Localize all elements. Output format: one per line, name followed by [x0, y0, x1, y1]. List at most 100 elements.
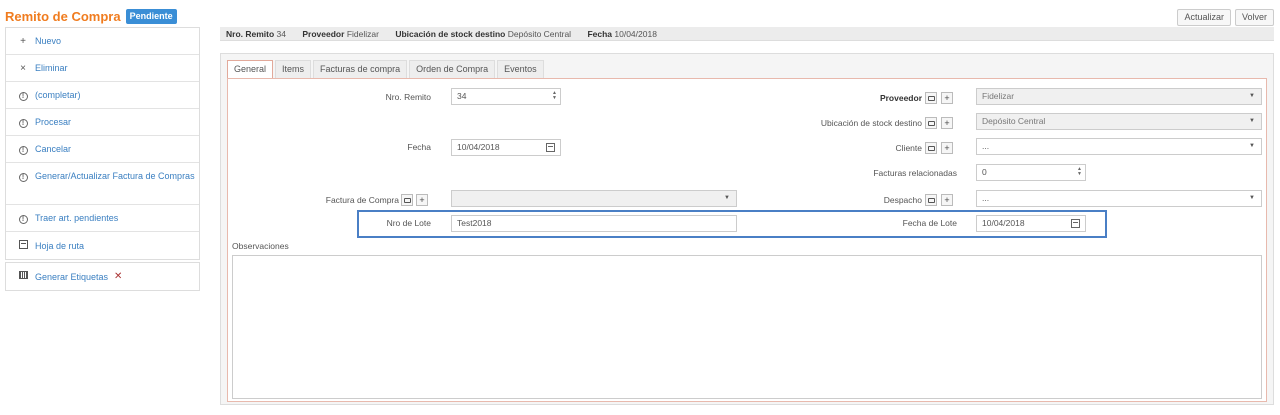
summary-bar: Nro. Remito 34 Proveedor Fidelizar Ubica… [220, 27, 1274, 41]
view-icon [927, 198, 935, 203]
despacho-label: Despacho [883, 195, 922, 205]
despacho-select[interactable]: ... ▼ [976, 190, 1262, 207]
view-proveedor-button[interactable] [925, 92, 937, 104]
page-title: Remito de Compra [5, 8, 121, 24]
barcode-icon [17, 271, 29, 282]
sidebar-item-cancelar[interactable]: ! Cancelar [6, 136, 199, 163]
sidebar-item-label: Cancelar [35, 144, 72, 154]
excel-icon: ✕ [114, 271, 123, 282]
tab-items[interactable]: Items [275, 60, 312, 78]
spinner-icon[interactable]: ▲ ▼ [552, 91, 557, 101]
proveedor-value: Fidelizar [982, 91, 1015, 101]
sidebar-labels-group: Generar Etiquetas ✕ [5, 262, 200, 291]
factura-compra-select[interactable]: ▼ [451, 190, 737, 207]
view-icon [927, 121, 935, 126]
sidebar: + Nuevo × Eliminar ! (completar) ! Proce… [5, 27, 200, 291]
add-cliente-button[interactable]: + [941, 142, 953, 154]
proveedor-label: Proveedor [879, 93, 922, 103]
sidebar-item-completar[interactable]: ! (completar) [6, 82, 199, 109]
summary-label: Fecha [587, 29, 613, 39]
sidebar-item-generar-etiquetas[interactable]: Generar Etiquetas ✕ [6, 263, 199, 290]
view-icon [403, 198, 411, 203]
sidebar-item-label: Procesar [35, 117, 72, 127]
ubicacion-value: Depósito Central [982, 116, 1046, 126]
add-despacho-button[interactable]: + [941, 194, 953, 206]
calendar-icon [17, 239, 29, 252]
chevron-down-icon: ▼ [1249, 195, 1255, 201]
add-proveedor-button[interactable]: + [941, 92, 953, 104]
facturas-relacionadas-value: 0 [982, 167, 987, 177]
view-ubicacion-button[interactable] [925, 117, 937, 129]
top-actions: Actualizar Volver [1177, 9, 1274, 26]
summary-value: Fidelizar [346, 29, 379, 39]
summary-value: Depósito Central [507, 29, 572, 39]
sidebar-item-traer-pendientes[interactable]: ! Traer art. pendientes [6, 205, 199, 232]
sidebar-item-nuevo[interactable]: + Nuevo [6, 28, 199, 55]
info-icon: ! [17, 90, 29, 101]
sidebar-item-label: Generar/Actualizar Factura de Compras [35, 171, 195, 181]
ubicacion-label: Ubicación de stock destino [820, 118, 922, 128]
lote-highlight-box [357, 210, 1107, 238]
plus-icon: + [20, 35, 26, 47]
fecha-value: 10/04/2018 [457, 142, 500, 152]
chevron-down-icon: ▼ [1249, 143, 1255, 149]
summary-value: 34 [276, 29, 287, 39]
add-ubicacion-button[interactable]: + [941, 117, 953, 129]
cliente-label: Cliente [895, 143, 922, 153]
facturas-relacionadas-input[interactable]: 0 ▲ ▼ [976, 164, 1086, 181]
fecha-input[interactable]: 10/04/2018 [451, 139, 561, 156]
nro-remito-input[interactable]: 34 ▲ ▼ [451, 88, 561, 105]
summary-label: Proveedor [302, 29, 345, 39]
summary-value: 10/04/2018 [614, 29, 657, 39]
info-icon: ! [17, 213, 29, 224]
sidebar-item-label: Nuevo [35, 36, 62, 46]
observaciones-textarea[interactable] [232, 255, 1262, 399]
sidebar-item-label: (completar) [35, 90, 81, 100]
info-icon: ! [17, 144, 29, 155]
update-button[interactable]: Actualizar [1177, 9, 1231, 26]
tab-facturas-de-compra[interactable]: Facturas de compra [313, 60, 408, 78]
view-cliente-button[interactable] [925, 142, 937, 154]
summary-label: Ubicación de stock destino [395, 29, 506, 39]
page-header: Remito de Compra Pendiente [5, 8, 177, 24]
despacho-value: ... [982, 193, 990, 203]
tab-eventos[interactable]: Eventos [497, 60, 544, 78]
sidebar-item-procesar[interactable]: ! Procesar [6, 109, 199, 136]
factura-compra-label: Factura de Compra [325, 195, 399, 205]
calendar-icon[interactable] [546, 143, 555, 152]
fecha-label: Fecha [407, 142, 431, 152]
sidebar-item-label: Traer art. pendientes [35, 213, 119, 223]
back-button[interactable]: Volver [1234, 9, 1274, 26]
tab-bar: General Items Facturas de compra Orden d… [227, 60, 546, 78]
proveedor-select[interactable]: Fidelizar ▼ [976, 88, 1262, 105]
sidebar-item-label: Eliminar [35, 63, 68, 73]
tab-general[interactable]: General [227, 60, 274, 78]
chevron-down-icon: ▼ [1249, 93, 1255, 99]
nro-remito-label: Nro. Remito [385, 92, 431, 102]
info-icon: ! [17, 171, 29, 182]
chevron-down-icon: ▼ [724, 195, 730, 201]
sidebar-actions: + Nuevo × Eliminar ! (completar) ! Proce… [5, 27, 200, 260]
cliente-select[interactable]: ... ▼ [976, 138, 1262, 155]
view-icon [927, 96, 935, 101]
view-icon [927, 146, 935, 151]
info-icon: ! [17, 117, 29, 128]
close-icon: × [20, 62, 26, 74]
view-despacho-button[interactable] [925, 194, 937, 206]
sidebar-item-eliminar[interactable]: × Eliminar [6, 55, 199, 82]
sidebar-item-generar-factura[interactable]: ! Generar/Actualizar Factura de Compras [6, 163, 199, 205]
chevron-down-icon: ▼ [1249, 118, 1255, 124]
add-factura-button[interactable]: + [416, 194, 428, 206]
sidebar-item-label: Generar Etiquetas [35, 271, 109, 282]
spinner-icon[interactable]: ▲ ▼ [1077, 167, 1082, 177]
observaciones-label: Observaciones [232, 241, 289, 251]
ubicacion-select[interactable]: Depósito Central ▼ [976, 113, 1262, 130]
facturas-relacionadas-label: Facturas relacionadas [873, 168, 957, 178]
status-badge: Pendiente [125, 8, 177, 24]
sidebar-item-hoja-de-ruta[interactable]: Hoja de ruta [6, 232, 199, 259]
summary-label: Nro. Remito [226, 29, 275, 39]
sidebar-item-label: Hoja de ruta [35, 240, 85, 251]
nro-remito-value: 34 [457, 91, 467, 101]
tab-orden-de-compra[interactable]: Orden de Compra [409, 60, 496, 78]
view-factura-button[interactable] [401, 194, 413, 206]
